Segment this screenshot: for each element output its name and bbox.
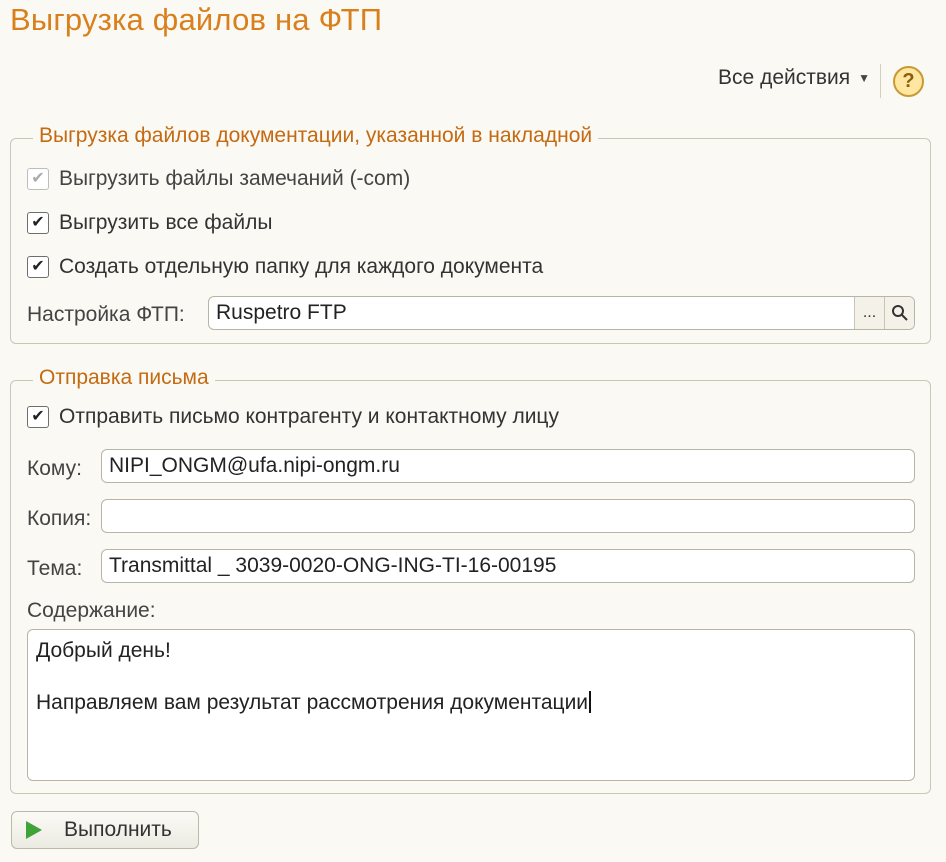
export-all-checkbox-row[interactable]: ✔ Выгрузить все файлы	[27, 211, 272, 235]
send-mail-group: Отправка письма ✔ Отправить письмо контр…	[10, 366, 931, 794]
question-icon: ?	[902, 70, 915, 92]
export-all-checkbox[interactable]: ✔	[27, 212, 49, 234]
send-mail-label: Отправить письмо контрагенту и контактно…	[59, 405, 559, 428]
text-cursor	[589, 691, 592, 713]
content-line-2: Направляем вам результат рассмотрения до…	[36, 691, 589, 714]
run-button[interactable]: Выполнить	[11, 811, 199, 849]
send-mail-checkbox[interactable]: ✔	[27, 406, 49, 428]
content-line-1: Добрый день!	[36, 639, 171, 662]
run-button-label: Выполнить	[64, 818, 172, 841]
all-actions-menu[interactable]: Все действия ▼	[718, 66, 870, 90]
export-comments-label: Выгрузить файлы замечаний (-com)	[59, 167, 411, 190]
to-field[interactable]: NIPI_ONGM@ufa.nipi-ongm.ru	[101, 449, 915, 483]
subject-field[interactable]: Transmittal _ 3039-0020-ONG-ING-TI-16-00…	[101, 549, 915, 583]
toolbar-separator	[880, 64, 881, 98]
help-button[interactable]: ?	[893, 66, 924, 97]
play-icon	[26, 821, 42, 839]
search-icon[interactable]	[884, 297, 914, 329]
chevron-down-icon: ▼	[858, 71, 870, 85]
cc-field[interactable]	[101, 499, 915, 533]
ftp-setting-value: Ruspetro FTP	[216, 301, 347, 324]
cc-label: Копия:	[27, 507, 92, 530]
ftp-group-title: Выгрузка файлов документации, указанной …	[33, 124, 599, 148]
content-label: Содержание:	[27, 599, 156, 622]
content-textarea[interactable]: Добрый день! Направляем вам результат ра…	[27, 629, 915, 781]
mail-group-title: Отправка письма	[33, 366, 215, 390]
ftp-setting-label: Настройка ФТП:	[27, 303, 185, 326]
window-title: Выгрузка файлов на ФТП	[10, 2, 383, 37]
subject-label: Тема:	[27, 557, 83, 580]
ftp-upload-group: Выгрузка файлов документации, указанной …	[10, 124, 931, 344]
export-all-label: Выгрузить все файлы	[59, 211, 273, 234]
to-label: Кому:	[27, 457, 82, 480]
separate-folder-checkbox[interactable]: ✔	[27, 256, 49, 278]
export-comments-checkbox-row[interactable]: ✔ Выгрузить файлы замечаний (-com)	[27, 167, 410, 191]
ftp-setting-field[interactable]: Ruspetro FTP ...	[208, 296, 915, 330]
send-mail-checkbox-row[interactable]: ✔ Отправить письмо контрагенту и контакт…	[27, 405, 559, 429]
separate-folder-label: Создать отдельную папку для каждого доку…	[59, 255, 544, 278]
all-actions-label: Все действия	[718, 66, 851, 89]
select-ftp-button[interactable]: ...	[854, 297, 884, 329]
separate-folder-checkbox-row[interactable]: ✔ Создать отдельную папку для каждого до…	[27, 255, 543, 279]
export-comments-checkbox[interactable]: ✔	[27, 168, 49, 190]
